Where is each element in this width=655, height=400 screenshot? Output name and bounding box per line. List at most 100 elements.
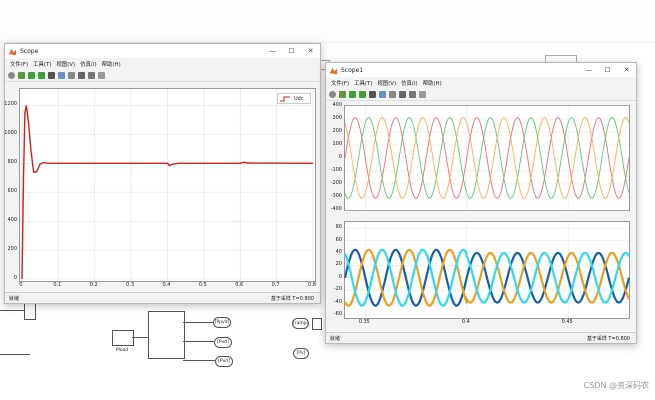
stop-icon[interactable]: [369, 90, 376, 98]
step-back-icon[interactable]: [18, 71, 25, 79]
y-tick-label: 0: [338, 273, 342, 280]
menu-view[interactable]: 视图(V): [377, 79, 396, 87]
style-icon[interactable]: [419, 90, 426, 98]
menu-help[interactable]: 帮助(H): [102, 60, 121, 68]
menu-tools[interactable]: 工具(T): [33, 60, 51, 68]
y-tick-label: -60: [333, 310, 342, 317]
menu-simulation[interactable]: 仿真(I): [80, 60, 97, 68]
current-plot-area[interactable]: [343, 221, 631, 319]
status-bar: 就绪 基于采样 T=0.800: [326, 332, 636, 343]
stop-icon[interactable]: [48, 71, 55, 79]
matlab-icon: [329, 67, 338, 74]
plot-area[interactable]: Udc: [19, 88, 316, 282]
cursor-measure-icon[interactable]: [409, 90, 416, 98]
voltage-plot: [344, 105, 630, 211]
legend-label: Udc: [294, 95, 304, 102]
x-tick-label: 0.7: [271, 282, 280, 288]
model-block[interactable]: [24, 302, 36, 320]
y-tick-label: 400: [332, 102, 342, 108]
voltage-plot-area[interactable]: [344, 105, 630, 211]
legend[interactable]: Udc: [277, 93, 311, 104]
status-sample-time: 基于采样 T=0.800: [586, 335, 630, 342]
title-bar[interactable]: Scope1 — ☐ ✕: [326, 63, 636, 77]
from-tag-pv[interactable]: [Pv]: [293, 348, 309, 359]
current-plot: [343, 222, 631, 318]
y-tick-label: 300: [332, 115, 342, 121]
matlab-icon: [8, 48, 17, 55]
menu-bar: 文件(F) 工具(T) 视图(V) 仿真(I) 帮助(H): [326, 77, 636, 88]
y-tick-label: 600: [7, 188, 17, 195]
title-bar[interactable]: Scope — ☐ ✕: [5, 44, 320, 58]
y-tick-label: -100: [330, 167, 342, 173]
y-tick-label: 100: [332, 141, 342, 147]
y-tick-label: 200: [7, 246, 17, 253]
menu-file[interactable]: 文件(F): [10, 60, 28, 68]
scope-window[interactable]: Scope — ☐ ✕ 文件(F) 工具(T) 视图(V) 仿真(I) 帮助(H…: [4, 43, 321, 304]
x-tick-label: 0: [19, 282, 23, 288]
x-tick-label: 0.4: [461, 319, 470, 325]
settings-gear-icon[interactable]: [329, 90, 336, 98]
step-back-icon[interactable]: [339, 90, 346, 98]
y-tick-label: 0: [338, 154, 342, 160]
autoscale-icon[interactable]: [78, 71, 85, 79]
menu-bar: 文件(F) 工具(T) 视图(V) 仿真(I) 帮助(H): [5, 58, 320, 69]
goto-tag-pvd-2[interactable]: [Pvd]: [215, 356, 233, 367]
status-ready: 就绪: [9, 295, 20, 302]
maximize-button[interactable]: ☐: [282, 44, 301, 58]
udc-plot: [20, 89, 315, 281]
x-tick-label: 0.5: [198, 282, 207, 288]
y-tick-label: 0: [13, 275, 17, 281]
window-title: Scope1: [341, 66, 364, 74]
highlight-icon[interactable]: [379, 90, 386, 98]
step-forward-icon[interactable]: [359, 90, 366, 98]
gain-block[interactable]: [312, 318, 322, 330]
step-forward-icon[interactable]: [38, 71, 45, 79]
from-tag-ramp[interactable]: [ramp]: [292, 318, 309, 329]
x-tick-label: 0.1: [53, 282, 62, 288]
settings-gear-icon[interactable]: [8, 71, 15, 79]
close-button[interactable]: ✕: [617, 63, 636, 77]
autoscale-icon[interactable]: [399, 90, 406, 98]
x-tick-label: 0.4: [162, 282, 171, 288]
zoom-icon[interactable]: [389, 90, 396, 98]
simulink-header-area: [0, 0, 655, 43]
minimize-button[interactable]: —: [263, 44, 282, 58]
y-tick-label: -400: [330, 206, 342, 212]
pload-label: Pload: [112, 347, 132, 355]
y-tick-label: 80: [335, 224, 342, 231]
menu-view[interactable]: 视图(V): [56, 60, 75, 68]
scope1-window[interactable]: Scope1 — ☐ ✕ 文件(F) 工具(T) 视图(V) 仿真(I) 帮助(…: [325, 62, 637, 344]
pload-block[interactable]: [112, 330, 134, 346]
y-tick-label: 1000: [4, 130, 17, 137]
cursor-measure-icon[interactable]: [88, 71, 95, 79]
x-tick-label: 0.6: [235, 282, 244, 288]
status-sample-time: 基于采样 T=0.800: [270, 295, 314, 302]
signal-line: [183, 360, 215, 361]
signal-line: [0, 310, 24, 311]
y-tick-label: 1200: [4, 101, 17, 108]
y-tick-label: 200: [332, 128, 342, 134]
x-tick-label: 0.35: [358, 319, 370, 325]
run-icon[interactable]: [349, 90, 356, 98]
y-tick-label: 20: [335, 261, 342, 268]
minimize-button[interactable]: —: [579, 63, 598, 77]
watermark: CSDN @资深码农: [583, 381, 649, 390]
x-tick-label: 0.45: [561, 319, 573, 325]
signal-line: [183, 341, 214, 342]
menu-help[interactable]: 帮助(H): [423, 79, 442, 87]
menu-file[interactable]: 文件(F): [331, 79, 349, 87]
highlight-icon[interactable]: [58, 71, 65, 79]
close-button[interactable]: ✕: [301, 44, 320, 58]
menu-simulation[interactable]: 仿真(I): [401, 79, 418, 87]
style-icon[interactable]: [98, 71, 105, 79]
maximize-button[interactable]: ☐: [598, 63, 617, 77]
goto-tag-pvd[interactable]: [Pvd]: [214, 337, 232, 348]
y-tick-label: -40: [333, 298, 342, 305]
run-icon[interactable]: [28, 71, 35, 79]
zoom-icon[interactable]: [68, 71, 75, 79]
menu-tools[interactable]: 工具(T): [354, 79, 372, 87]
status-ready: 就绪: [330, 335, 341, 342]
subsystem-block[interactable]: [148, 311, 185, 359]
y-tick-label: 400: [7, 217, 17, 224]
goto-tag-ppvd[interactable]: [Ppvd]: [213, 317, 231, 328]
